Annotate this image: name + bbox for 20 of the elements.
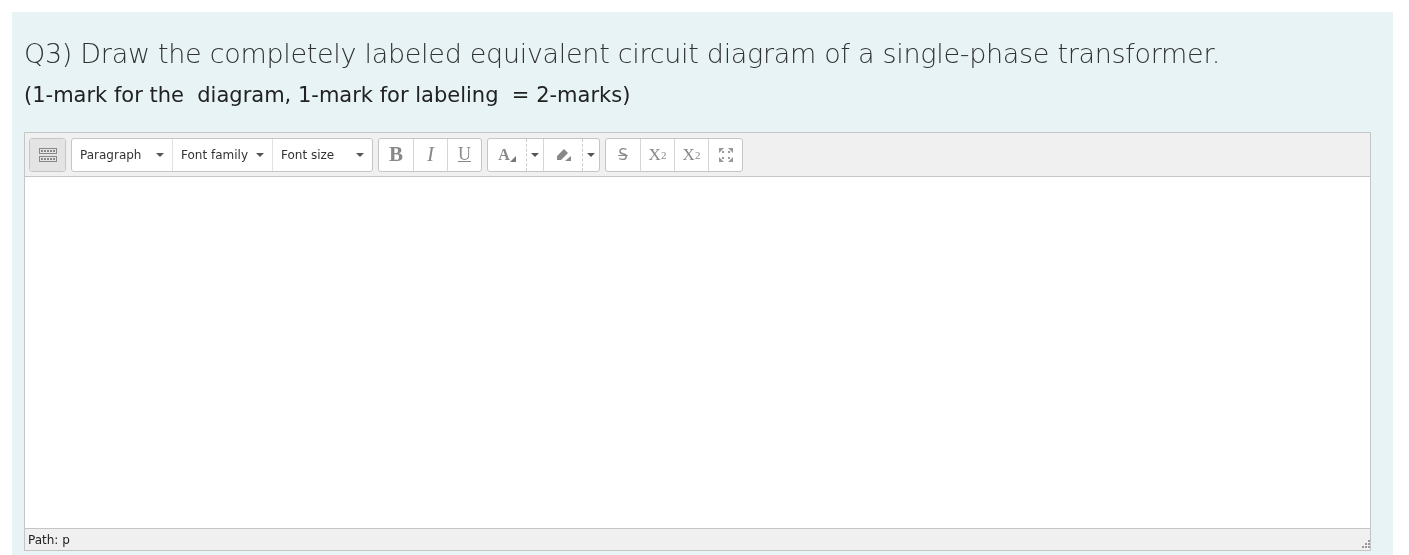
format-button[interactable]: B <box>379 138 413 171</box>
element-path: Path: p <box>28 532 70 547</box>
caret-icon <box>156 152 164 157</box>
format-dropdown[interactable]: Font size <box>272 138 372 171</box>
expand-icon <box>718 147 733 162</box>
format-button[interactable]: S <box>606 138 640 171</box>
format-dropdown[interactable]: Paragraph <box>72 138 172 171</box>
marker-icon <box>554 146 572 163</box>
caret-icon <box>256 152 264 157</box>
toolbar-toggle-button[interactable] <box>30 138 65 171</box>
keyboard-icon <box>38 147 57 162</box>
format-button[interactable]: U <box>447 138 481 171</box>
format-button[interactable]: I <box>413 138 447 171</box>
caret-icon <box>587 152 595 157</box>
color-swatch-icon <box>509 155 516 162</box>
question-title: Q3) Draw the completely labeled equivalent circuit diagram of a single-phase transformer. <box>24 38 1222 69</box>
format-dropdown[interactable]: Font family <box>172 138 272 171</box>
question-note: (1-mark for the diagram, 1-mark for labeling = 2-marks) <box>24 83 632 107</box>
caret-icon <box>531 152 539 157</box>
caret-icon <box>356 152 364 157</box>
